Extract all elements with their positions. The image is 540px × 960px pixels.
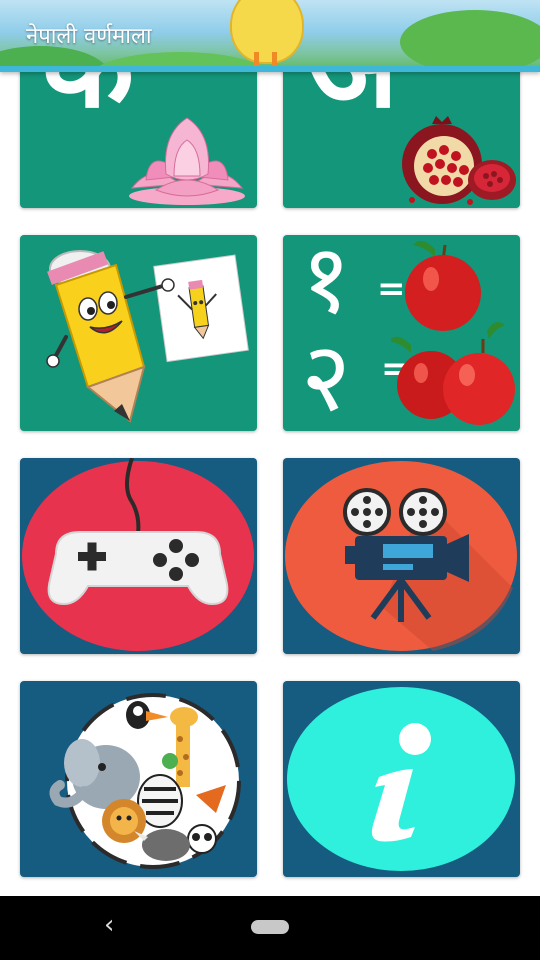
hill-decoration xyxy=(400,10,540,72)
numeral-one: १ xyxy=(301,235,351,335)
apple-counting-icon xyxy=(391,240,515,425)
lotus-icon xyxy=(129,117,245,205)
app-header: नेपाली वर्णमाला xyxy=(0,0,540,72)
tile-videos[interactable] xyxy=(283,458,520,654)
back-icon[interactable]: ‹ xyxy=(104,912,114,938)
app-title: नेपाली वर्णमाला xyxy=(26,24,152,49)
tile-info[interactable] xyxy=(283,681,520,877)
tile-drawing[interactable] xyxy=(20,235,257,431)
home-pill-icon[interactable] xyxy=(251,920,289,934)
header-stripe xyxy=(0,66,540,72)
tile-numbers[interactable]: १ = २ = xyxy=(283,235,520,431)
tile-animals[interactable] xyxy=(20,681,257,877)
numeral-two: २ xyxy=(301,321,351,431)
system-navigation-bar: ‹ xyxy=(0,896,540,960)
animals-icon xyxy=(49,693,241,869)
tile-games[interactable] xyxy=(20,458,257,654)
pomegranate-icon xyxy=(402,116,516,205)
menu-grid: क अ १ = २ = xyxy=(0,0,540,896)
gamepad-icon xyxy=(22,458,254,651)
chick-illustration xyxy=(230,0,304,64)
pencil-drawing-icon xyxy=(46,250,249,423)
movie-camera-icon xyxy=(285,461,517,651)
info-icon xyxy=(287,687,515,871)
